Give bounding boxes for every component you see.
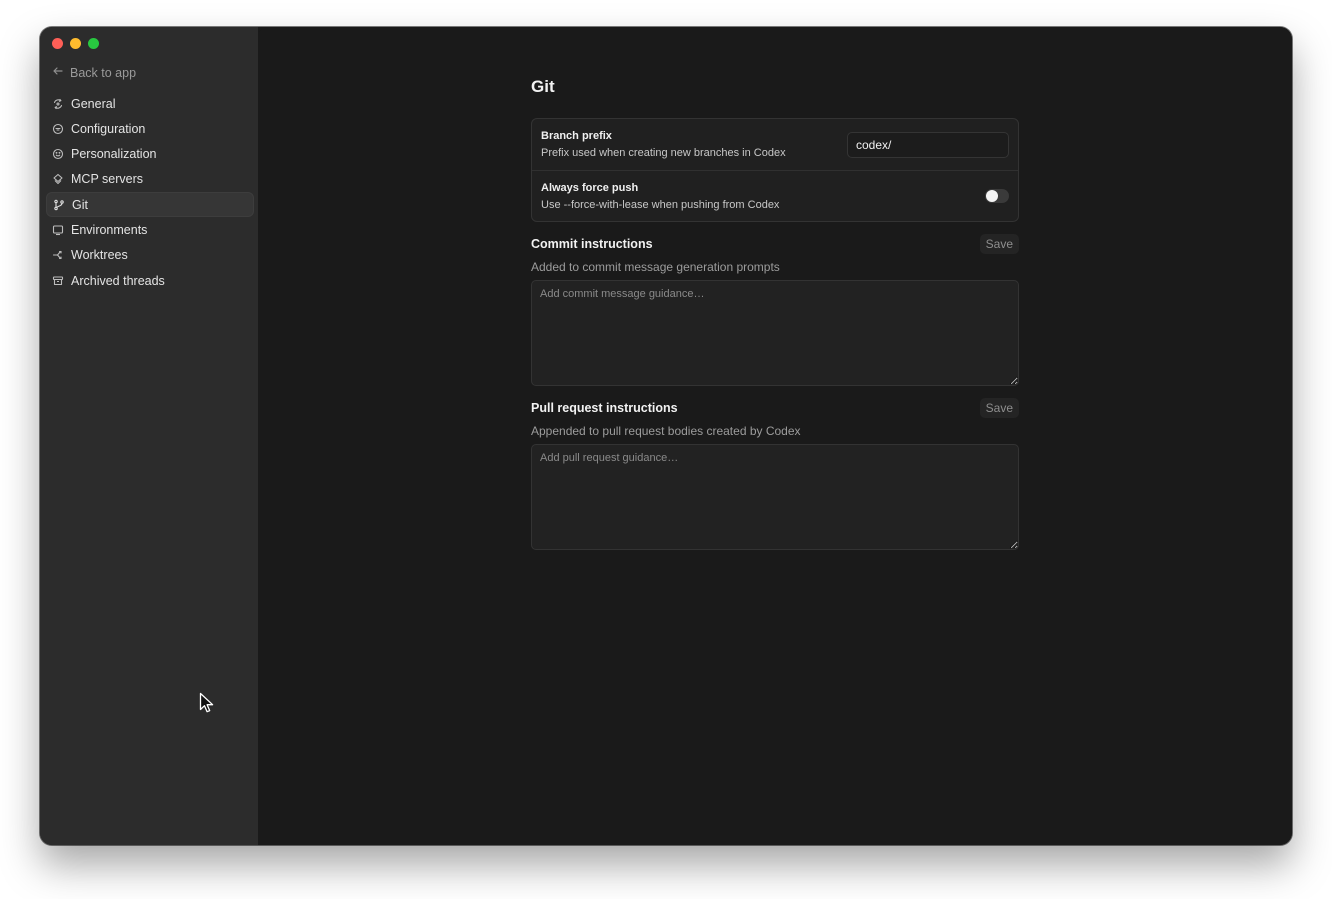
git-branch-icon: [53, 199, 65, 211]
sidebar-item-environments[interactable]: Environments: [46, 217, 254, 242]
back-to-app-label: Back to app: [70, 65, 137, 80]
window-controls: [52, 38, 99, 49]
zoom-window-button[interactable]: [88, 38, 99, 49]
settings-main: Git Branch prefix Prefix used when creat…: [258, 27, 1292, 845]
force-push-title: Always force push: [541, 181, 639, 194]
toggle-knob: [986, 190, 998, 202]
sidebar-item-git[interactable]: Git: [46, 192, 254, 218]
pr-instructions-textarea[interactable]: [531, 444, 1019, 550]
arrow-left-icon: [52, 65, 64, 80]
personalization-icon: [52, 148, 64, 160]
sidebar-item-label: General: [71, 96, 116, 111]
sidebar-item-label: Environments: [71, 222, 148, 237]
branch-prefix-text: Branch prefix Prefix used when creating …: [541, 130, 786, 159]
pr-instructions-description: Appended to pull request bodies created …: [531, 424, 801, 438]
commit-instructions-textarea[interactable]: [531, 280, 1019, 386]
sidebar-item-label: Configuration: [71, 121, 146, 136]
sidebar-item-label: Archived threads: [71, 273, 165, 288]
environments-icon: [52, 224, 64, 236]
sidebar-item-label: Personalization: [71, 147, 157, 162]
configuration-icon: [52, 123, 64, 135]
settings-nav: General Configuration Personalization MC…: [46, 91, 254, 293]
pr-instructions-save-button[interactable]: Save: [979, 398, 1019, 418]
git-settings-content: Git Branch prefix Prefix used when creat…: [531, 27, 1019, 550]
settings-window: Back to app General Configuration Person…: [40, 27, 1292, 845]
pr-instructions-title: Pull request instructions: [531, 401, 678, 415]
archive-icon: [52, 275, 64, 287]
commit-instructions-header: Commit instructions Save: [531, 234, 1019, 254]
commit-instructions-title: Commit instructions: [531, 237, 653, 251]
sidebar-item-configuration[interactable]: Configuration: [46, 116, 254, 141]
pr-instructions-section: Pull request instructions Save Appended …: [531, 398, 1019, 550]
minimize-window-button[interactable]: [70, 38, 81, 49]
sidebar-item-personalization[interactable]: Personalization: [46, 142, 254, 167]
branch-prefix-row: Branch prefix Prefix used when creating …: [532, 119, 1018, 170]
settings-sidebar: Back to app General Configuration Person…: [40, 27, 258, 845]
force-push-row: Always force push Use --force-with-lease…: [532, 170, 1018, 221]
force-push-description: Use --force-with-lease when pushing from…: [541, 198, 780, 211]
worktrees-icon: [52, 249, 64, 261]
sidebar-item-worktrees[interactable]: Worktrees: [46, 243, 254, 268]
commit-instructions-section: Commit instructions Save Added to commit…: [531, 234, 1019, 386]
commit-instructions-save-button[interactable]: Save: [979, 234, 1019, 254]
git-settings-card: Branch prefix Prefix used when creating …: [531, 118, 1019, 222]
force-push-text: Always force push Use --force-with-lease…: [541, 182, 779, 211]
sidebar-item-archived-threads[interactable]: Archived threads: [46, 268, 254, 293]
commit-instructions-description: Added to commit message generation promp…: [531, 260, 780, 274]
branch-prefix-title: Branch prefix: [541, 130, 612, 142]
branch-prefix-description: Prefix used when creating new branches i…: [541, 147, 786, 159]
general-icon: [52, 98, 64, 110]
pr-instructions-header: Pull request instructions Save: [531, 398, 1019, 418]
sidebar-item-mcp-servers[interactable]: MCP servers: [46, 167, 254, 192]
back-to-app-link[interactable]: Back to app: [52, 65, 136, 80]
sidebar-item-general[interactable]: General: [46, 91, 254, 116]
sidebar-item-label: Git: [72, 197, 88, 212]
branch-prefix-input[interactable]: [847, 131, 1009, 158]
mouse-cursor-icon: [199, 692, 214, 713]
sidebar-item-label: Worktrees: [71, 248, 128, 263]
close-window-button[interactable]: [52, 38, 63, 49]
mcp-servers-icon: [52, 173, 64, 185]
page-title: Git: [531, 77, 555, 96]
force-push-toggle[interactable]: [985, 189, 1009, 203]
sidebar-item-label: MCP servers: [71, 172, 144, 187]
